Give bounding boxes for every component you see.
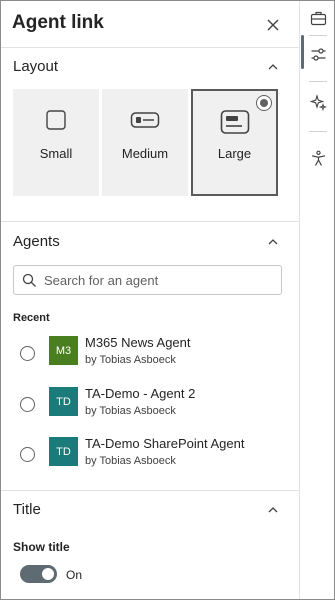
agent-author: by Tobias Asboeck <box>85 405 176 417</box>
layout-option-label: Medium <box>121 146 169 161</box>
layout-option-small[interactable]: Small <box>13 89 99 196</box>
chevron-up-icon <box>268 507 278 513</box>
toolbox-button[interactable] <box>300 1 334 37</box>
chevron-up-icon <box>268 239 278 245</box>
agent-name: M365 News Agent <box>85 335 191 350</box>
recent-label: Recent <box>13 312 50 324</box>
property-panel: Agent link Layout Small Medium Large Age… <box>1 1 299 599</box>
agent-list-item[interactable]: M3 M365 News Agent by Tobias Asboeck <box>1 330 299 378</box>
copilot-button[interactable] <box>300 85 334 121</box>
agent-name: TA-Demo - Agent 2 <box>85 386 196 401</box>
settings-sliders-icon <box>311 48 326 61</box>
title-section-title: Title <box>13 501 41 518</box>
accessibility-button[interactable] <box>300 141 334 177</box>
properties-button[interactable] <box>300 37 334 73</box>
agent-name: TA-Demo SharePoint Agent <box>85 436 245 451</box>
layout-section-title: Layout <box>13 58 59 75</box>
agent-list-item[interactable]: TD TA-Demo SharePoint Agent by Tobias As… <box>1 431 299 479</box>
large-card-icon <box>220 110 249 134</box>
layout-option-large[interactable]: Large <box>191 89 278 196</box>
panel-title: Agent link <box>12 12 104 33</box>
close-icon <box>267 19 279 31</box>
app-frame: Agent link Layout Small Medium Large Age… <box>0 0 335 600</box>
panel-header: Agent link <box>1 1 299 47</box>
show-title-label: Show title <box>13 540 70 554</box>
selected-radio-icon <box>256 95 272 111</box>
toolbox-icon <box>310 11 327 26</box>
agent-radio[interactable] <box>20 346 35 361</box>
sparkle-icon <box>310 94 327 111</box>
show-title-toggle[interactable] <box>20 565 57 583</box>
close-button[interactable] <box>263 15 283 35</box>
agent-list-item[interactable]: TD TA-Demo - Agent 2 by Tobias Asboeck <box>1 381 299 429</box>
square-icon <box>46 110 66 130</box>
layout-option-label: Small <box>39 146 73 161</box>
rail-separator <box>309 35 327 36</box>
accessibility-icon <box>311 150 326 166</box>
layout-option-label: Large <box>217 146 252 161</box>
layout-section-header[interactable]: Layout <box>1 48 299 88</box>
agent-author: by Tobias Asboeck <box>85 354 176 366</box>
toggle-knob <box>42 568 54 580</box>
layout-option-medium[interactable]: Medium <box>102 89 188 196</box>
agent-avatar: TD <box>49 437 78 466</box>
medium-card-icon <box>130 112 160 128</box>
title-section-header[interactable]: Title <box>1 491 299 531</box>
divider <box>1 221 299 222</box>
right-toolbar-rail <box>299 1 334 599</box>
agents-section-title: Agents <box>13 233 60 250</box>
agents-section-header[interactable]: Agents <box>1 223 299 263</box>
rail-separator <box>309 131 327 132</box>
search-icon <box>22 273 36 287</box>
agent-radio[interactable] <box>20 397 35 412</box>
agent-search-box <box>13 265 282 295</box>
agent-radio[interactable] <box>20 447 35 462</box>
agent-search-input[interactable] <box>44 270 274 290</box>
agent-avatar: TD <box>49 387 78 416</box>
rail-separator <box>309 81 327 82</box>
toggle-state-label: On <box>66 568 83 582</box>
chevron-up-icon <box>268 64 278 70</box>
agent-avatar: M3 <box>49 336 78 365</box>
agent-author: by Tobias Asboeck <box>85 455 176 467</box>
